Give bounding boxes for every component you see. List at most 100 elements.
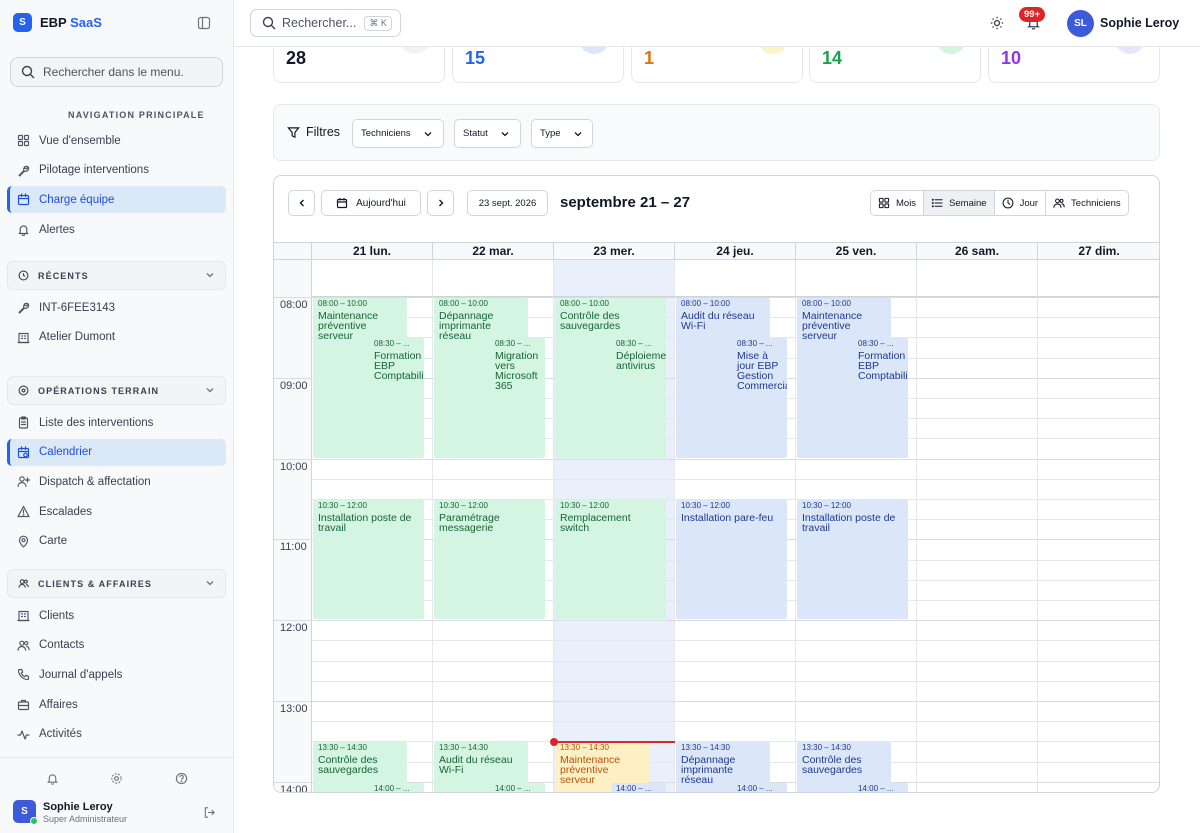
sidebar-item-clients[interactable]: Clients (7, 602, 226, 629)
sidebar-item-calendrier[interactable]: Calendrier (7, 438, 226, 466)
user-avatar[interactable]: SL (1067, 10, 1094, 37)
sidebar-item-alertes[interactable]: Alertes (7, 216, 226, 243)
event-title: Installation poste de travail (802, 512, 896, 534)
calendar-event[interactable]: 10:30 – 12:00 Installation poste de trava… (313, 500, 424, 620)
view-jour-button[interactable]: Jour (994, 191, 1047, 215)
sun-icon[interactable] (990, 16, 1004, 30)
sidebar-item-label: Atelier Dumont (39, 331, 116, 344)
all-day-cell[interactable] (554, 260, 675, 297)
sidebar-user-avatar[interactable]: S (13, 800, 38, 825)
sidebar-search-input[interactable]: Rechercher dans le menu. (10, 57, 223, 87)
bell-icon[interactable] (46, 772, 59, 785)
day-column[interactable] (917, 297, 1038, 792)
calendar-event[interactable]: 10:30 – 12:00 Paramétrage messagerie (434, 500, 545, 620)
time-label: 13:00 (280, 703, 308, 715)
day-header[interactable]: 23 mer. (554, 242, 675, 260)
prev-week-button[interactable] (288, 190, 315, 216)
all-day-cell[interactable] (312, 260, 433, 297)
event-time: 08:30 – ... (858, 339, 894, 349)
all-day-cell[interactable] (1038, 260, 1159, 297)
all-day-cell[interactable] (433, 260, 554, 297)
stat-value: 15 (465, 48, 486, 68)
day-header[interactable]: 26 sam. (917, 242, 1038, 260)
sidebar-item-carte[interactable]: Carte (7, 528, 226, 555)
calendar-event[interactable]: 10:30 – 12:00 Installation poste de trava… (797, 500, 908, 620)
event-time: 14:00 – ... (495, 783, 531, 793)
day-header[interactable]: 22 mar. (433, 242, 554, 260)
calendar-event[interactable]: 08:30 – ... Mise à jour EBP Gestion Comme… (732, 338, 787, 458)
event-time: 14:00 – ... (374, 783, 410, 793)
view-mois-button[interactable]: Mois (871, 191, 925, 215)
logout-icon[interactable] (203, 806, 216, 819)
time-slot-line (312, 680, 1159, 682)
calendar-event[interactable]: 08:30 – ...Formation EBP Comptabilité (853, 338, 908, 458)
brand[interactable]: S EBP SaaS (13, 13, 102, 32)
sidebar-item-int-6fee3143[interactable]: INT-6FEE3143 (7, 294, 226, 321)
gear-icon[interactable] (110, 772, 123, 785)
calendar-title: septembre 21 – 27 (560, 194, 691, 211)
sidebar-item-activites[interactable]: Activités (7, 721, 226, 748)
filter-status-select[interactable]: Statut (454, 119, 521, 148)
user-name[interactable]: Sophie Leroy (1100, 16, 1179, 30)
calendar-event[interactable]: 14:00 – ... (611, 782, 666, 792)
sidebar-item-vue-d-ensemble[interactable]: Vue d'ensemble (7, 127, 226, 154)
day-column[interactable] (1038, 297, 1159, 792)
calendar-event[interactable]: 14:00 – ... (853, 782, 908, 792)
filter-type-select[interactable]: Type (531, 119, 593, 148)
chevron-down-icon (424, 131, 432, 136)
event-time: 10:30 – 12:00 (681, 501, 730, 510)
grid-icon (878, 197, 890, 209)
day-header[interactable]: 24 jeu. (675, 242, 796, 260)
calendar-event[interactable]: 10:30 – 12:00 Installation pare-feu (676, 500, 787, 620)
event-title: Contrôle des sauvegardes (560, 310, 621, 332)
event-title: Dépannage imprimante réseau (681, 754, 736, 787)
filter-technicians-select[interactable]: Techniciens (352, 119, 444, 148)
calendar-icon (17, 193, 30, 206)
all-day-cell[interactable] (917, 260, 1038, 297)
sidebar-item-label: Calendrier (39, 446, 93, 459)
sidebar-item-affaires[interactable]: Affaires (7, 691, 226, 718)
sidebar-item-dispatch-affectation[interactable]: Dispatch & affectation (7, 468, 226, 495)
calendar-event[interactable]: 08:30 – ...Déploiement antivirus (611, 338, 666, 458)
calendar-event[interactable]: 14:00 – ... (490, 782, 545, 793)
section-recents[interactable]: RÉCENTS (7, 261, 226, 290)
sidebar-item-pilotage-interventions[interactable]: Pilotage interventions (7, 157, 226, 184)
calendar-event[interactable]: 08:30 – ...Formation EBP Comptabilité (369, 338, 424, 458)
all-day-cell[interactable] (675, 260, 796, 297)
section-clients[interactable]: CLIENTS & AFFAIRES (7, 569, 226, 598)
sidebar-item-escalades[interactable]: Escalades (7, 498, 226, 525)
event-time: 08:00 – 10:00 (439, 299, 488, 308)
event-title: Maintenance préventive serveur (318, 310, 379, 342)
event-time: 13:30 – 14:30 (681, 743, 730, 753)
day-header[interactable]: 21 lun. (312, 242, 433, 260)
date-picker-button[interactable]: 23 sept. 2026 (467, 190, 548, 216)
sidebar-item-charge-equipe[interactable]: Charge équipe (7, 186, 226, 214)
calendar-event[interactable]: 14:00 – ... (369, 782, 424, 793)
sidebar-item-liste-des-interventions[interactable]: Liste des interventions (7, 409, 226, 436)
sidebar-item-contacts[interactable]: Contacts (7, 632, 226, 659)
day-header[interactable]: 25 ven. (796, 242, 917, 260)
calendar-event[interactable]: 10:30 – 12:00 Remplacement switch (555, 500, 666, 620)
sidebar-toggle-icon[interactable] (197, 16, 211, 30)
sidebar-item-label: Affaires (39, 698, 78, 711)
event-time: 08:00 – 10:00 (560, 299, 609, 308)
help-icon[interactable] (175, 772, 188, 785)
sidebar-item-label: Pilotage interventions (39, 164, 149, 177)
sidebar-item-label: Alertes (39, 223, 75, 236)
bell-icon (18, 225, 29, 237)
next-week-button[interactable] (427, 190, 454, 216)
calendar-event[interactable]: 14:00 – ... (732, 782, 787, 792)
today-button[interactable]: Aujourd'hui (321, 190, 421, 216)
calendar: Aujourd'hui 23 sept. 2026 septembre 21 –… (273, 175, 1160, 793)
all-day-cell[interactable] (796, 260, 917, 297)
sidebar-footer: S Sophie Leroy Super Administrateur (0, 757, 234, 833)
view-techniciens-button[interactable]: Techniciens (1046, 191, 1128, 215)
time-slot-line (312, 640, 1159, 642)
global-search-input[interactable]: Rechercher... ⌘ K (250, 9, 401, 37)
calendar-event[interactable]: 08:30 – ... Migration vers Microsoft 365 (490, 338, 545, 458)
day-header[interactable]: 27 dim. (1038, 242, 1159, 260)
view-semaine-button[interactable]: Semaine (924, 191, 995, 215)
section-operations[interactable]: OPÉRATIONS TERRAIN (7, 376, 226, 405)
sidebar-item-atelier-dumont[interactable]: Atelier Dumont (7, 324, 226, 351)
sidebar-item-journal-d-appels[interactable]: Journal d'appels (7, 661, 226, 688)
